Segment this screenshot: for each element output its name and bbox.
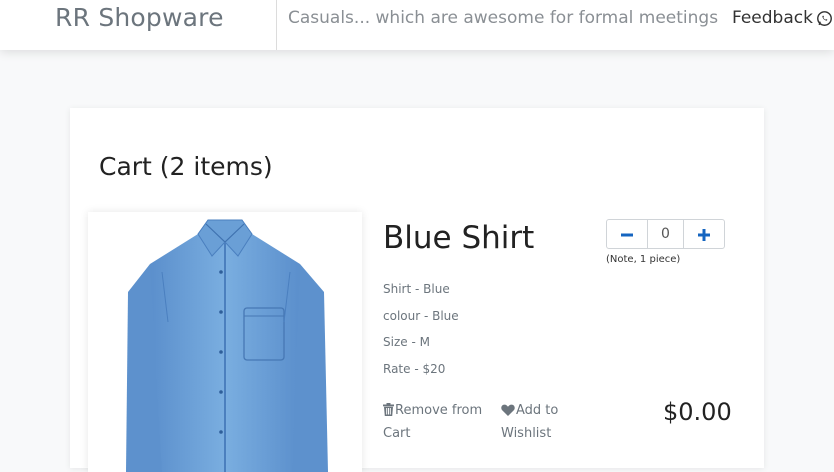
remove-label-line2: Cart [383,426,411,441]
item-price: $0.00 [663,398,732,426]
quantity-input[interactable]: 0 [646,220,685,248]
trash-icon [383,402,394,423]
spec-rate: Rate - $20 [383,362,446,376]
plus-icon [698,222,711,246]
product-image[interactable] [88,212,362,472]
tagline: Casuals... which are awesome for formal … [288,8,719,28]
decrease-quantity-button[interactable] [607,220,647,248]
spec-colour: colour - Blue [383,309,459,323]
spec-shirt: Shirt - Blue [383,282,450,296]
add-to-wishlist-button[interactable]: Add to Wishlist [501,400,581,444]
quantity-note: (Note, 1 piece) [606,254,681,265]
product-name: Blue Shirt [383,220,535,256]
quantity-stepper: 0 [606,219,725,249]
increase-quantity-button[interactable] [684,220,724,248]
brand-prefix: RR [55,3,91,32]
wishlist-label-line1: Add to [516,403,559,418]
wishlist-label-line2: Wishlist [501,426,552,441]
cart-title: Cart (2 items) [99,152,273,181]
remove-label-line1: Remove from [395,403,483,418]
heart-icon [501,402,515,423]
feedback-label: Feedback [732,8,813,28]
remove-from-cart-button[interactable]: Remove from Cart [383,400,491,444]
feedback-link[interactable]: Feedback [732,8,833,28]
cart-card: Cart (2 items) Blue Shirt Shirt - Blue c… [70,108,764,472]
brand-name: Shopware [98,3,224,32]
brand-logo[interactable]: RR Shopware [55,3,224,32]
whatsapp-icon [816,10,833,27]
spec-size: Size - M [383,335,430,349]
blue-shirt-image [126,219,328,472]
minus-icon [620,222,633,246]
top-navbar: RR Shopware Casuals... which are awesome… [0,0,834,50]
header-divider [276,0,277,50]
